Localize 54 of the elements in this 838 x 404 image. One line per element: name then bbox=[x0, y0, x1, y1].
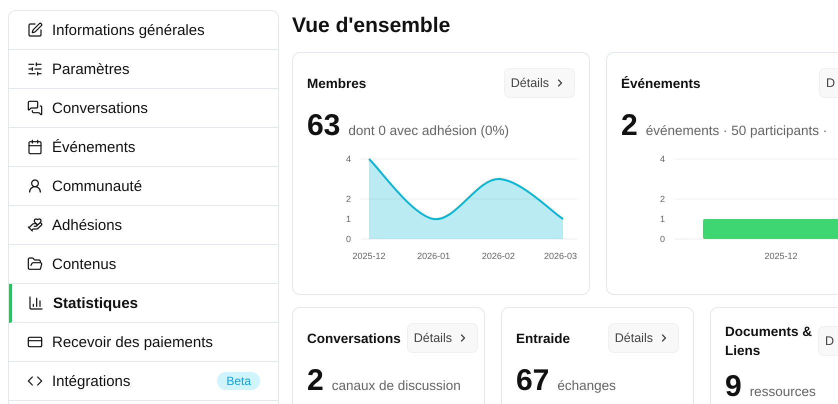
sidebar-item[interactable]: Adhésions bbox=[9, 206, 278, 245]
card-title: Documents & Liens bbox=[725, 323, 812, 360]
sidebar-item[interactable]: Communauté bbox=[9, 167, 278, 206]
hand-heart-icon bbox=[27, 217, 43, 233]
axis-tick-label: 2 bbox=[660, 194, 665, 204]
sidebar-item[interactable]: Recevoir des paiements bbox=[9, 323, 278, 362]
pencil-square-icon bbox=[27, 22, 43, 38]
axis-tick-label: 1 bbox=[346, 214, 351, 224]
stat-value: 63 bbox=[307, 109, 340, 143]
card-title: Membres bbox=[307, 74, 366, 92]
axis-tick-label: 0 bbox=[660, 234, 665, 244]
card-title: Événements bbox=[621, 74, 701, 92]
stat-description: dont 0 avec adhésion (0%) bbox=[348, 123, 509, 138]
person-icon bbox=[27, 178, 43, 194]
details-button[interactable]: D bbox=[819, 68, 838, 98]
details-button[interactable]: Détails bbox=[406, 323, 478, 353]
axis-tick-label: 2026-01 bbox=[417, 251, 450, 261]
axis-tick-label: 2 bbox=[346, 194, 351, 204]
sidebar-item[interactable]: Événements bbox=[9, 128, 278, 167]
folder-icon bbox=[27, 256, 43, 272]
calendar-icon bbox=[27, 139, 43, 155]
details-button[interactable]: Détails bbox=[504, 68, 575, 98]
axis-tick-label: 4 bbox=[660, 154, 665, 164]
sidebar-item[interactable]: Intégrations Beta bbox=[9, 362, 278, 401]
stat-value: 2 bbox=[307, 364, 324, 398]
sidebar-item[interactable]: Contenus bbox=[9, 245, 278, 284]
sidebar-item[interactable]: Statistiques bbox=[9, 284, 278, 323]
sidebar-item[interactable]: Paramètres bbox=[9, 50, 278, 89]
stat-description: canaux de discussion bbox=[332, 378, 461, 393]
card-title: Entraide bbox=[516, 330, 570, 348]
axis-tick-label: 2026-02 bbox=[482, 251, 515, 261]
page-title: Vue d'ensemble bbox=[292, 13, 452, 39]
card-title: Conversations bbox=[307, 330, 401, 348]
axis-tick-label: 0 bbox=[346, 234, 351, 244]
sidebar-item[interactable]: Informations générales bbox=[9, 11, 278, 50]
axis-tick-label: 2025-12 bbox=[764, 251, 798, 261]
stat-value: 67 bbox=[516, 364, 550, 398]
chat-bubbles-icon bbox=[27, 100, 43, 116]
bar-chart-icon bbox=[28, 295, 44, 311]
axis-tick-label: 4 bbox=[346, 154, 351, 164]
axis-tick-label: 1 bbox=[660, 214, 665, 224]
stat-value: 9 bbox=[725, 370, 742, 404]
beta-badge: Beta bbox=[217, 372, 260, 390]
axis-tick-label: 2026-03 bbox=[544, 251, 577, 261]
axis-tick-label: 2025-12 bbox=[352, 251, 386, 261]
sliders-icon bbox=[27, 61, 43, 77]
stat-description: événements · 50 participants · bbox=[646, 123, 828, 138]
details-button[interactable]: D bbox=[818, 326, 838, 356]
details-button[interactable]: Détails bbox=[608, 323, 679, 353]
stat-value: 2 bbox=[621, 109, 638, 143]
sidebar-item[interactable]: Conversations bbox=[9, 89, 278, 128]
stat-description: échanges bbox=[557, 378, 616, 393]
card-icon bbox=[27, 334, 43, 350]
stat-description: ressources bbox=[750, 384, 816, 399]
